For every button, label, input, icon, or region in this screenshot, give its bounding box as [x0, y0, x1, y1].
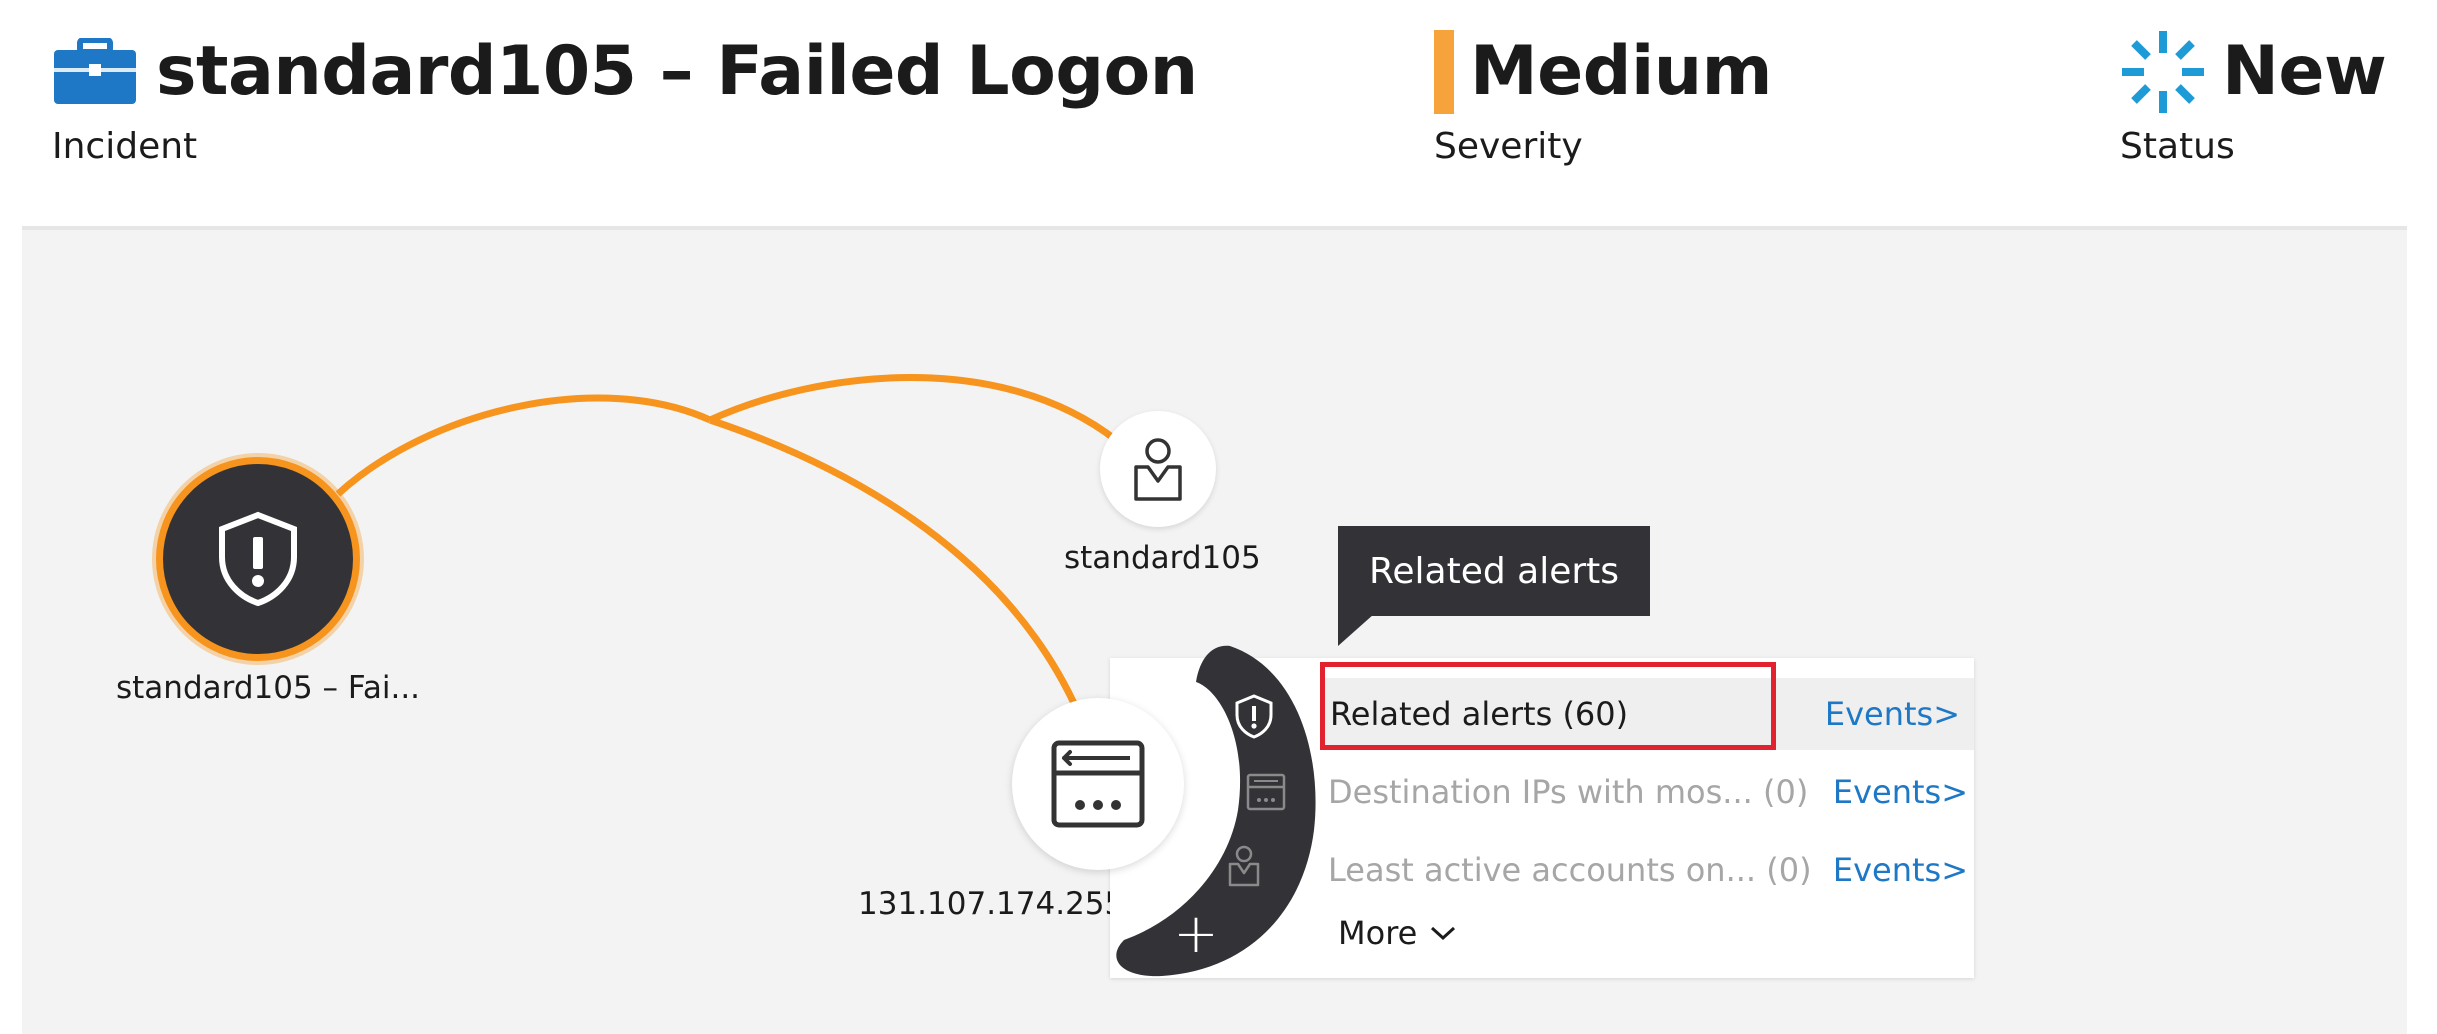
events-link[interactable]: Events>	[1833, 773, 1968, 811]
shield-alert-icon	[219, 511, 297, 607]
more-label: More	[1338, 914, 1418, 952]
menu-item-least-active-accounts[interactable]: Least active accounts on... (0) Events>	[1328, 834, 1968, 906]
alert-node[interactable]	[156, 457, 360, 661]
alert-node-label: standard105 – Fai...	[116, 670, 421, 706]
user-account-icon	[1134, 438, 1182, 501]
tooltip-tail	[1338, 614, 1374, 646]
edge-alert-to-junction	[335, 394, 712, 497]
menu-item-label[interactable]: Related alerts (60)	[1330, 695, 1628, 733]
menu-item-label[interactable]: Destination IPs with mos... (0)	[1328, 773, 1808, 811]
more-dropdown-button[interactable]: More	[1338, 914, 1457, 952]
radial-related-alerts-button[interactable]	[1226, 688, 1282, 744]
chevron-down-icon	[1431, 926, 1456, 941]
events-link[interactable]: Events>	[1825, 695, 1960, 733]
ip-node-label: 131.107.174.255	[858, 886, 1125, 922]
edge-junction-to-ip	[708, 416, 1082, 714]
tooltip: Related alerts	[1338, 526, 1650, 616]
shield-alert-icon	[1235, 694, 1273, 739]
user-node[interactable]	[1100, 411, 1216, 527]
events-link[interactable]: Events>	[1833, 851, 1968, 889]
ip-window-icon	[1246, 773, 1286, 811]
edge-junction-to-user	[708, 374, 1119, 443]
radial-destination-ips-button[interactable]	[1242, 768, 1290, 816]
radial-least-active-accounts-button[interactable]	[1220, 842, 1268, 890]
incident-investigation-page: standard105 – Failed Logon Incident Medi…	[0, 0, 2437, 1034]
menu-item-related-alerts[interactable]: Related alerts (60) Events>	[1324, 678, 1974, 750]
menu-item-label[interactable]: Least active accounts on... (0)	[1328, 851, 1812, 889]
user-node-label: standard105	[1064, 540, 1261, 576]
plus-icon[interactable]: +	[1160, 898, 1232, 970]
menu-item-destination-ips[interactable]: Destination IPs with mos... (0) Events>	[1328, 756, 1968, 828]
user-account-icon	[1228, 845, 1260, 887]
